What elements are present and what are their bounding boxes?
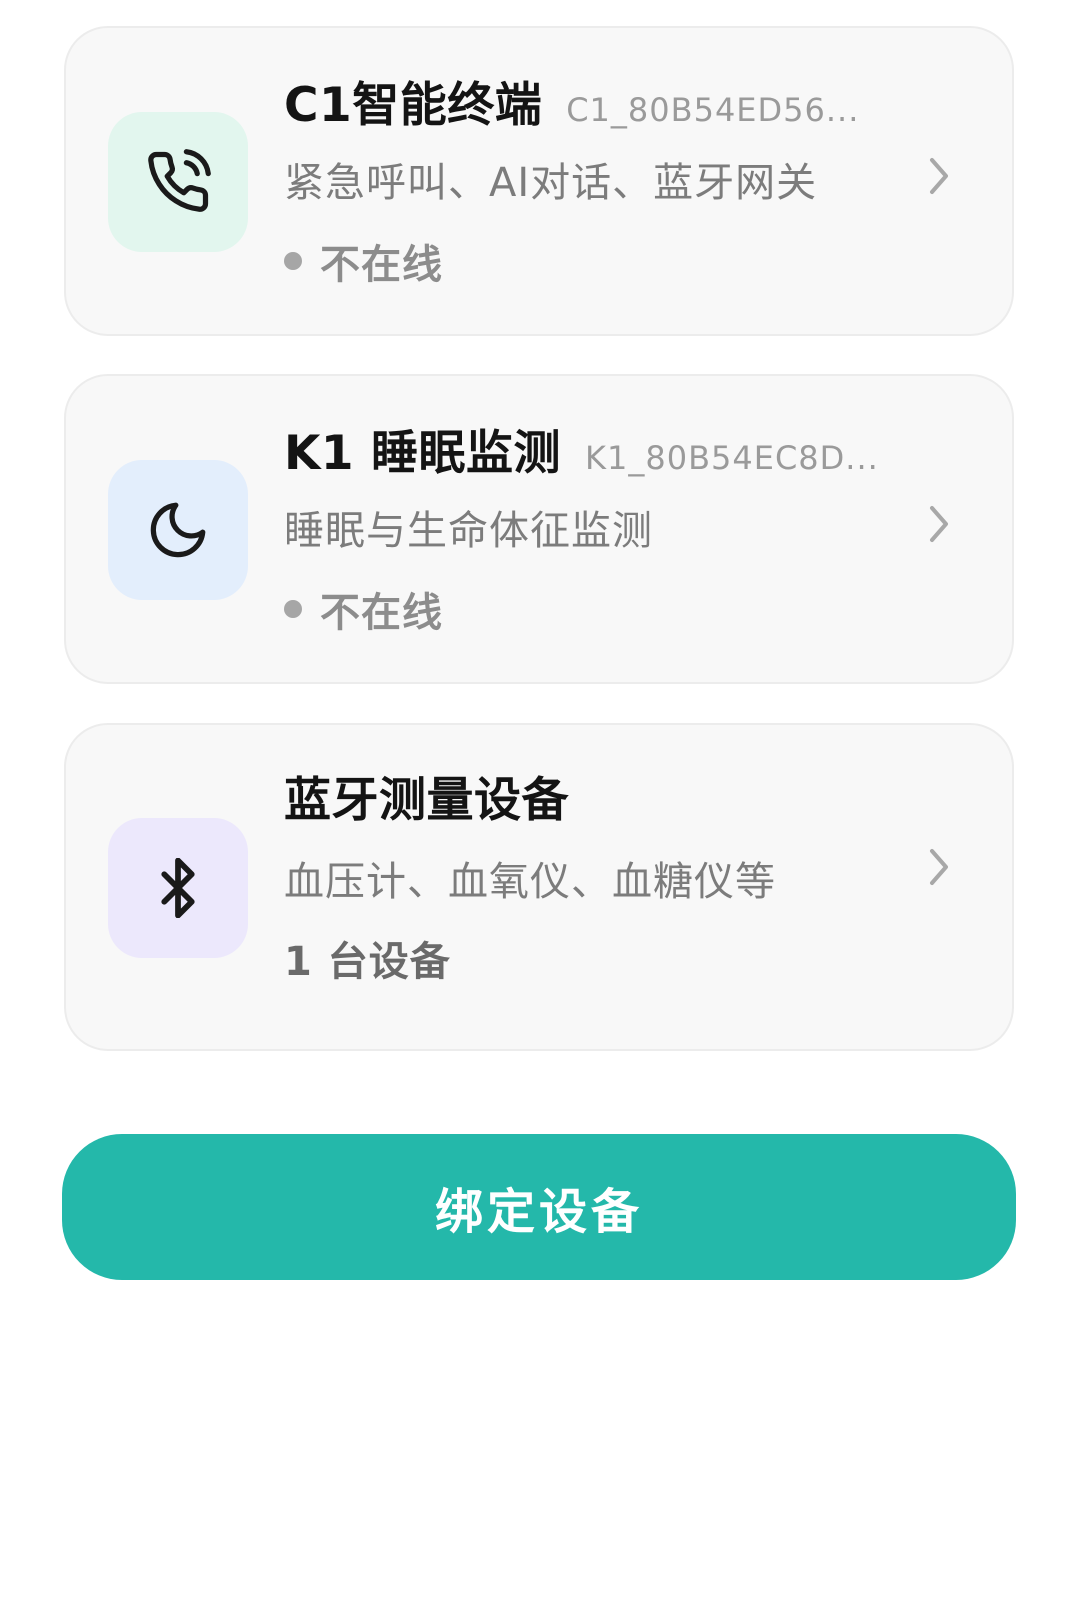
device-title-row: K1 睡眠监测 K1_80B54EC8D... <box>284 414 879 483</box>
device-name: K1 睡眠监测 <box>284 426 561 481</box>
device-status: 不在线 <box>284 580 443 638</box>
device-icon-tile <box>108 818 248 958</box>
moon-icon <box>150 502 206 558</box>
device-title-row: C1智能终端 C1_80B54ED56... <box>284 66 859 135</box>
device-name: C1智能终端 <box>284 78 543 133</box>
status-dot <box>284 252 302 270</box>
device-title-row: 蓝牙测量设备 <box>284 761 569 830</box>
status-dot <box>284 600 302 618</box>
chevron-right-icon <box>930 158 948 194</box>
status-text: 不在线 <box>320 242 443 288</box>
phone-call-icon <box>148 149 211 212</box>
device-description: 紧急呼叫、AI对话、蓝牙网关 <box>284 160 818 206</box>
device-card-k1[interactable]: K1 睡眠监测 K1_80B54EC8D... 睡眠与生命体征监测 不在线 <box>64 374 1014 684</box>
device-name: 蓝牙测量设备 <box>284 773 569 828</box>
device-list-page: C1智能终端 C1_80B54ED56... 紧急呼叫、AI对话、蓝牙网关 不在… <box>0 0 1080 1613</box>
bluetooth-icon <box>161 858 195 918</box>
device-count: 1 台设备 <box>284 929 451 987</box>
device-id: K1_80B54EC8D... <box>585 439 879 477</box>
device-card-c1[interactable]: C1智能终端 C1_80B54ED56... 紧急呼叫、AI对话、蓝牙网关 不在… <box>64 26 1014 336</box>
device-status: 不在线 <box>284 232 443 290</box>
device-card-bluetooth[interactable]: 蓝牙测量设备 血压计、血氧仪、血糖仪等 1 台设备 <box>64 723 1014 1051</box>
chevron-right-icon <box>930 506 948 542</box>
status-text: 不在线 <box>320 590 443 636</box>
device-description: 睡眠与生命体征监测 <box>284 508 653 554</box>
chevron-right-icon <box>930 849 948 885</box>
device-id: C1_80B54ED56... <box>566 91 860 129</box>
bind-device-button[interactable]: 绑定设备 <box>62 1134 1016 1280</box>
device-description: 血压计、血氧仪、血糖仪等 <box>284 859 776 905</box>
device-count-text: 1 台设备 <box>284 939 451 985</box>
device-icon-tile <box>108 112 248 252</box>
device-icon-tile <box>108 460 248 600</box>
